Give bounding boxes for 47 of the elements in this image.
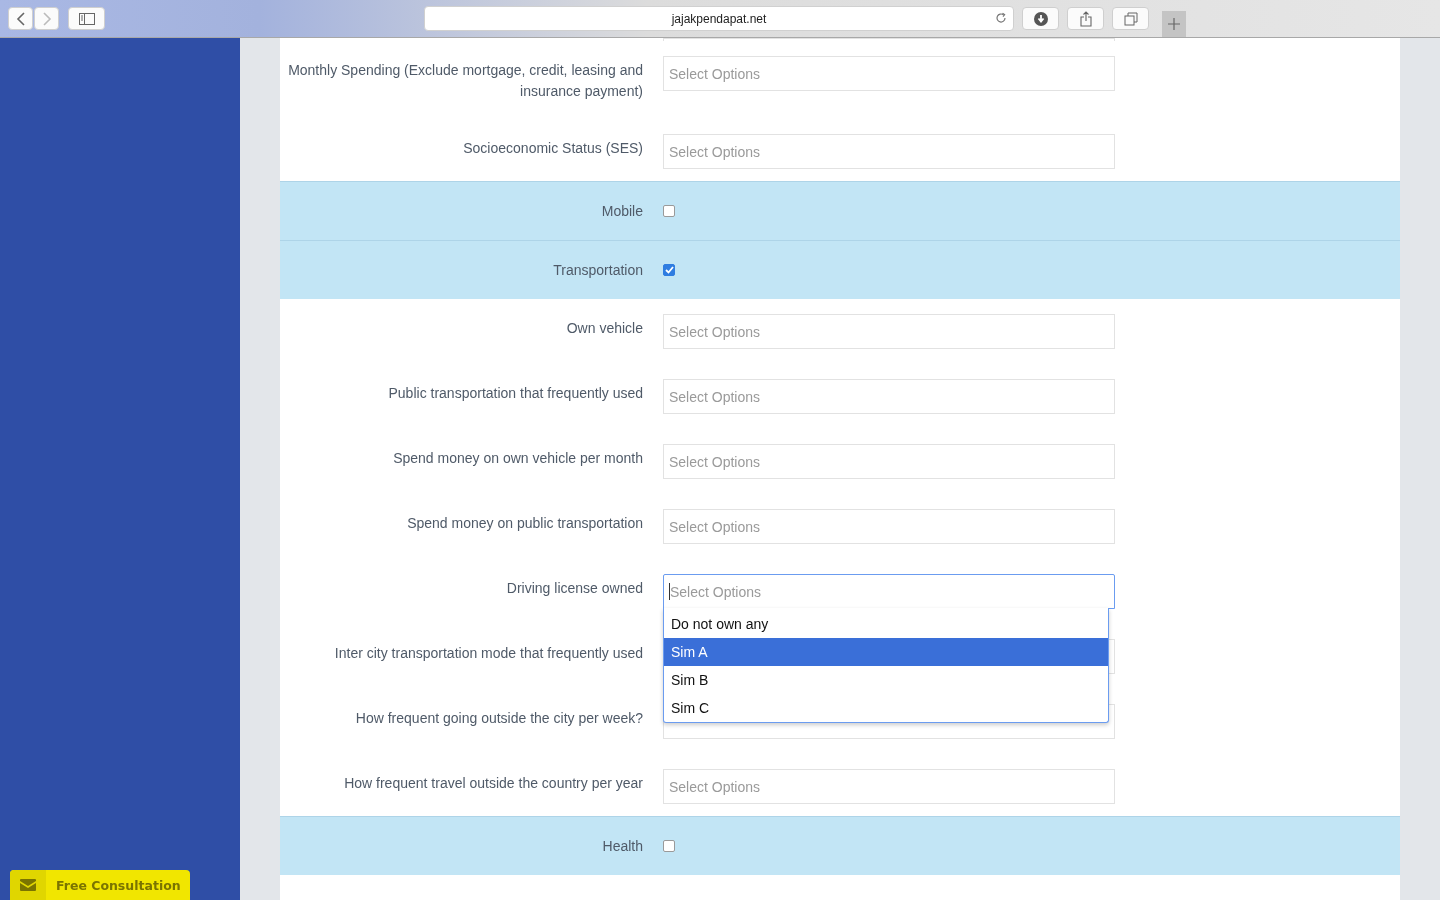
sidebar-button[interactable]	[68, 7, 105, 30]
plus-icon	[1168, 18, 1180, 30]
select-field[interactable]: Select Options	[663, 769, 1115, 804]
select-field[interactable]: Select Options	[663, 444, 1115, 479]
forward-icon	[41, 11, 52, 26]
url-text: jajakpendapat.net	[671, 11, 767, 26]
section-label: Transportation	[552, 260, 643, 280]
dropdown-option[interactable]: Sim B	[664, 666, 1108, 694]
share-button[interactable]	[1067, 7, 1104, 30]
forward-button[interactable]	[34, 7, 59, 30]
select-field[interactable]: Select Options	[663, 56, 1115, 91]
envelope-icon	[20, 879, 36, 891]
field-label: Driving license owned	[505, 579, 643, 598]
dropdown-option[interactable]: Do not own any	[664, 610, 1108, 638]
back-icon	[15, 11, 26, 26]
section-label: Health	[601, 836, 643, 856]
download-icon	[1033, 11, 1048, 26]
new-tab-button[interactable]	[1162, 11, 1186, 37]
field-label: Spend money on public transportation	[406, 514, 643, 533]
field-label: How frequent travel outside the country per year	[343, 774, 643, 793]
reload-icon[interactable]	[995, 12, 1007, 24]
field-label: Own vehicle	[565, 319, 643, 338]
field-label: How frequent going outside the city per week?	[354, 709, 643, 728]
share-icon	[1079, 10, 1092, 27]
sidebar-icon	[78, 12, 95, 25]
checkbox[interactable]	[663, 840, 675, 852]
consultation-button[interactable]: Free Consultation	[10, 870, 190, 900]
field-label: Monthly Spending (Exclude mortgage, credit, leasing and insurance payment)	[287, 61, 643, 101]
field-label: Spend money on own vehicle per month	[392, 449, 643, 468]
tabs-button[interactable]	[1112, 7, 1149, 30]
back-button[interactable]	[8, 7, 33, 30]
select-field[interactable]: Select Options	[663, 314, 1115, 349]
dropdown-option[interactable]: Sim C	[664, 694, 1108, 722]
select-field[interactable]: Select Options	[663, 134, 1115, 169]
field-label: Inter city transportation mode that frequently used	[333, 644, 643, 663]
checkbox[interactable]	[663, 264, 675, 276]
checkbox[interactable]	[663, 205, 675, 217]
select-field[interactable]: Select Options	[663, 574, 1115, 609]
field-label: Socioeconomic Status (SES)	[462, 139, 643, 158]
tabs-icon	[1123, 11, 1138, 26]
dropdown-option[interactable]: Sim A	[664, 638, 1108, 666]
section-label: Mobile	[600, 201, 643, 221]
address-bar[interactable]: jajakpendapat.net	[424, 6, 1014, 31]
download-button[interactable]	[1022, 7, 1059, 30]
select-field[interactable]: Select Options	[663, 379, 1115, 414]
select-field[interactable]: Select Options	[663, 509, 1115, 544]
field-label: Public transportation that frequently used	[387, 384, 643, 403]
